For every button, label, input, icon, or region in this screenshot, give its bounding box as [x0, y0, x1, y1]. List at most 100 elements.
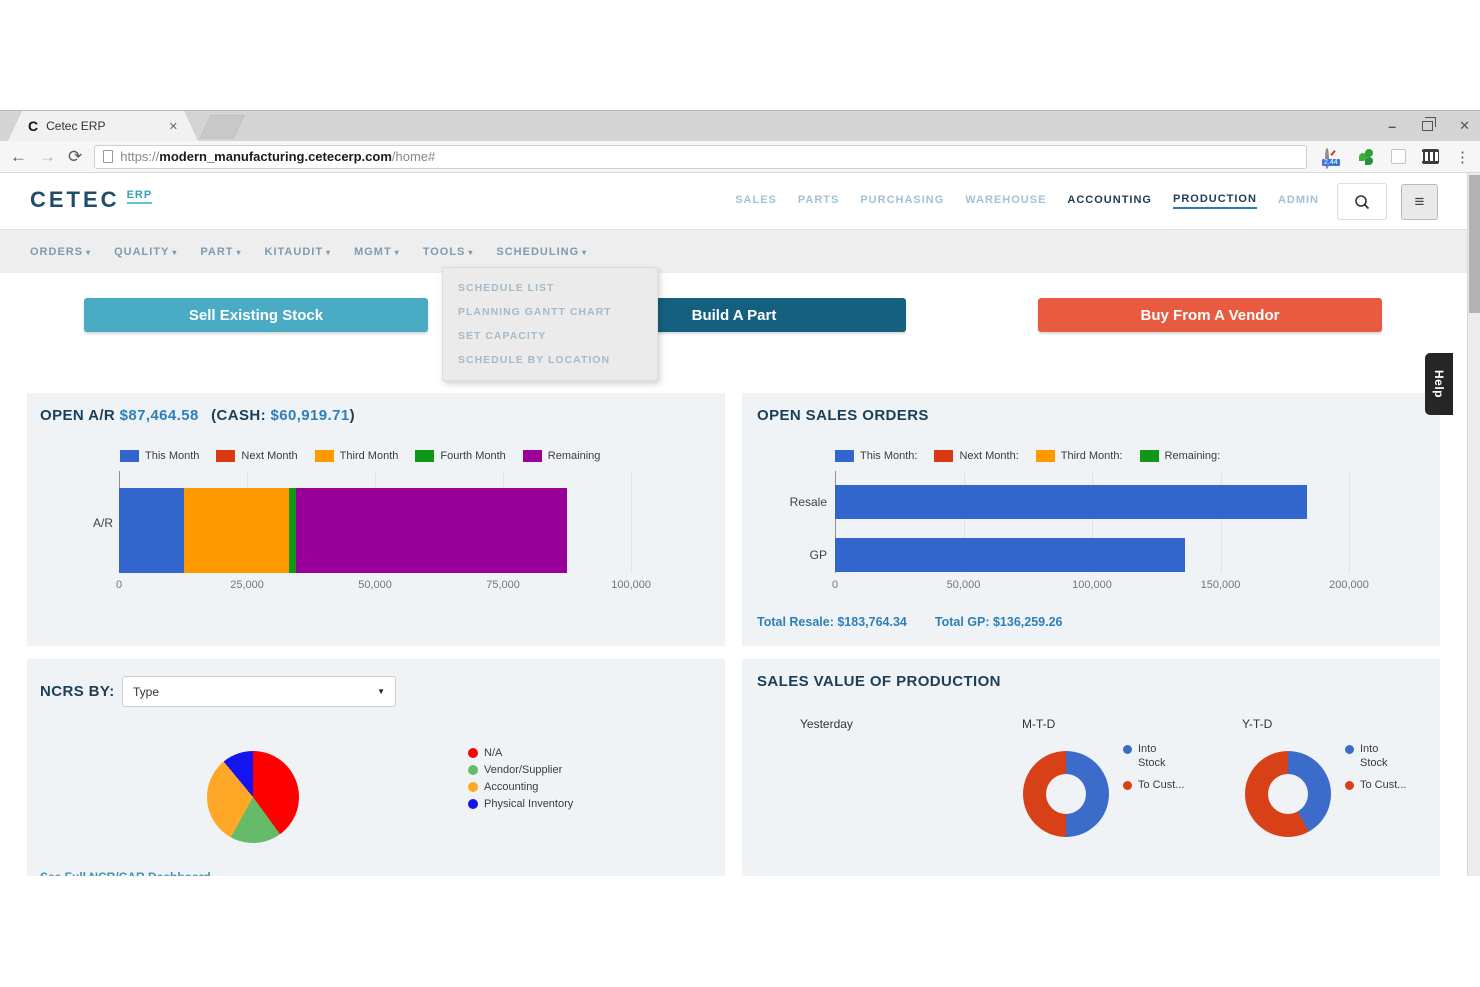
window-minimize-icon[interactable]: – [1388, 121, 1396, 131]
select-caret-icon: ▼ [377, 687, 385, 696]
legend-item: Remaining [523, 450, 601, 462]
main-nav: SALES PARTS PURCHASING WAREHOUSE ACCOUNTING P… [735, 173, 1319, 229]
window-close-icon[interactable]: ✕ [1459, 118, 1470, 134]
browser-tab-strip: C Cetec ERP ✕ – ✕ [0, 111, 1480, 141]
help-tab[interactable]: Help [1425, 353, 1453, 415]
search-icon [1354, 194, 1370, 210]
new-tab-button[interactable] [199, 115, 244, 139]
cetec-erp-logo[interactable]: CETEC ERP [30, 187, 152, 213]
mtd-donut-chart [1023, 751, 1109, 837]
page-scrollbar[interactable] [1467, 173, 1480, 876]
caret-down-icon: ▾ [395, 248, 400, 257]
legend-item: Third Month: [1036, 450, 1123, 462]
forward-icon: → [39, 147, 56, 167]
mtd-donut-legend: Into Stock To Cust... [1123, 743, 1185, 792]
legend-item: To Cust... [1123, 779, 1185, 793]
caret-down-icon: ▾ [172, 248, 177, 257]
scrollbar-thumb[interactable] [1469, 175, 1480, 313]
column-label-mtd: M-T-D [1022, 717, 1055, 731]
legend-item: Into Stock [1123, 743, 1185, 771]
ncrs-select-value: Type [133, 685, 159, 699]
legend-item: Physical Inventory [468, 798, 573, 810]
film-strip-extension-icon[interactable] [1422, 149, 1439, 164]
caret-down-icon: ▾ [237, 248, 242, 257]
legend-item: This Month: [835, 450, 917, 462]
hamburger-menu-button[interactable]: ≡ [1401, 184, 1438, 220]
ncr-pie-chart [207, 751, 299, 843]
url-path: /home# [392, 149, 435, 164]
extension-icons: 2.44 ⋮ [1325, 148, 1470, 166]
subnav-mgmt[interactable]: MGMT▾ [354, 246, 400, 258]
dropdown-item-schedule-list[interactable]: SCHEDULE LIST [443, 276, 657, 300]
browser-window: C Cetec ERP ✕ – ✕ ← → ⟳ https://modern_m… [0, 110, 1480, 875]
sell-existing-stock-button[interactable]: Sell Existing Stock [84, 298, 428, 332]
legend-item: Accounting [468, 781, 573, 793]
blank-page-extension-icon[interactable] [1391, 149, 1406, 164]
page-viewport: CETEC ERP SALES PARTS PURCHASING WAREHOUSE A… [0, 173, 1467, 876]
ncr-dashboard-link[interactable]: See Full NCR/CAR Dashboard [40, 870, 211, 876]
dropdown-item-schedule-by-location[interactable]: SCHEDULE BY LOCATION [443, 348, 657, 372]
scheduling-dropdown-menu: SCHEDULE LISTPLANNING GANTT CHARTSET CAP… [442, 267, 658, 381]
page-security-icon[interactable] [103, 150, 113, 163]
window-controls: – ✕ [1388, 111, 1470, 141]
nav-sales[interactable]: SALES [735, 194, 777, 208]
site-header: CETEC ERP SALES PARTS PURCHASING WAREHOUSE A… [0, 173, 1467, 229]
open-sales-legend: This Month:Next Month:Third Month:Remain… [835, 450, 1220, 462]
legend-item: Next Month [216, 450, 297, 462]
url-protocol: https:// [120, 149, 159, 164]
extension-badge: 2.44 [1322, 159, 1340, 166]
screenshot-root: C Cetec ERP ✕ – ✕ ← → ⟳ https://modern_m… [0, 0, 1480, 987]
browser-toolbar: ← → ⟳ https://modern_manufacturing.cetec… [0, 141, 1480, 173]
nav-production[interactable]: PRODUCTION [1173, 193, 1257, 209]
legend-item: Into Stock [1345, 743, 1407, 771]
nav-parts[interactable]: PARTS [798, 194, 839, 208]
speed-gauge-extension-icon[interactable]: 2.44 [1325, 150, 1343, 164]
caret-down-icon: ▾ [582, 248, 587, 257]
total-resale: Total Resale: $183,764.34 [757, 615, 907, 629]
legend-item: To Cust... [1345, 779, 1407, 793]
ytd-donut-legend: Into Stock To Cust... [1345, 743, 1407, 792]
subnav-orders[interactable]: ORDERS▾ [30, 246, 91, 258]
module-subnav: ORDERS▾ QUALITY▾ PART▾ KITAUDIT▾ MGMT▾ TOOLS▾… [0, 229, 1467, 273]
open-sales-plot: 050,000100,000150,000200,000ResaleGP [835, 471, 1412, 573]
dropdown-item-planning-gantt-chart[interactable]: PLANNING GANTT CHART [443, 300, 657, 324]
buy-from-a-vendor-button[interactable]: Buy From A Vendor [1038, 298, 1382, 332]
subnav-part[interactable]: PART▾ [200, 246, 241, 258]
tab-close-icon[interactable]: ✕ [169, 120, 178, 133]
back-icon[interactable]: ← [10, 147, 27, 167]
browser-menu-icon[interactable]: ⋮ [1455, 148, 1470, 166]
ncrs-title: NCRS BY: [40, 683, 115, 700]
address-bar[interactable]: https://modern_manufacturing.cetecerp.co… [94, 145, 1307, 169]
dropdown-item-set-capacity[interactable]: SET CAPACITY [443, 324, 657, 348]
window-restore-icon[interactable] [1422, 121, 1433, 131]
legend-item: Fourth Month [415, 450, 505, 462]
url-text: https://modern_manufacturing.cetecerp.co… [120, 149, 435, 164]
open-ar-category-label: A/R [53, 516, 113, 530]
ncrs-panel: NCRS BY: Type ▼ N/AVendor/SupplierAccoun… [27, 659, 725, 876]
subnav-tools[interactable]: TOOLS▾ [423, 246, 474, 258]
nav-purchasing[interactable]: PURCHASING [860, 194, 944, 208]
help-tab-label: Help [1432, 370, 1446, 398]
legend-item: Third Month [315, 450, 399, 462]
nav-warehouse[interactable]: WAREHOUSE [965, 194, 1046, 208]
subnav-scheduling[interactable]: SCHEDULING▾ [496, 246, 587, 258]
ncrs-type-select[interactable]: Type ▼ [122, 676, 396, 707]
favicon-cetec-icon: C [28, 118, 38, 134]
reload-icon[interactable]: ⟳ [68, 147, 82, 167]
nav-accounting[interactable]: ACCOUNTING [1067, 194, 1152, 208]
open-sales-totals: Total Resale: $183,764.34 Total GP: $136… [757, 615, 1063, 629]
browser-tab-cetec-erp[interactable]: C Cetec ERP ✕ [8, 111, 198, 141]
green-leaf-extension-icon[interactable] [1359, 149, 1375, 165]
total-gp: Total GP: $136,259.26 [935, 615, 1063, 629]
legend-item: Next Month: [934, 450, 1018, 462]
quick-action-row: Sell Existing StockBuild A PartBuy From … [0, 298, 1467, 332]
open-ar-legend: This Month Next Month Third Month Fourth Mo… [120, 450, 600, 462]
column-label-ytd: Y-T-D [1242, 717, 1272, 731]
nav-admin[interactable]: ADMIN [1278, 194, 1319, 208]
search-button[interactable] [1337, 183, 1387, 220]
subnav-kitaudit[interactable]: KITAUDIT▾ [265, 246, 332, 258]
logo-text: CETEC [30, 187, 120, 213]
open-ar-plot: 025,00050,00075,000100,000 [119, 471, 689, 573]
legend-item: This Month [120, 450, 199, 462]
subnav-quality[interactable]: QUALITY▾ [114, 246, 177, 258]
